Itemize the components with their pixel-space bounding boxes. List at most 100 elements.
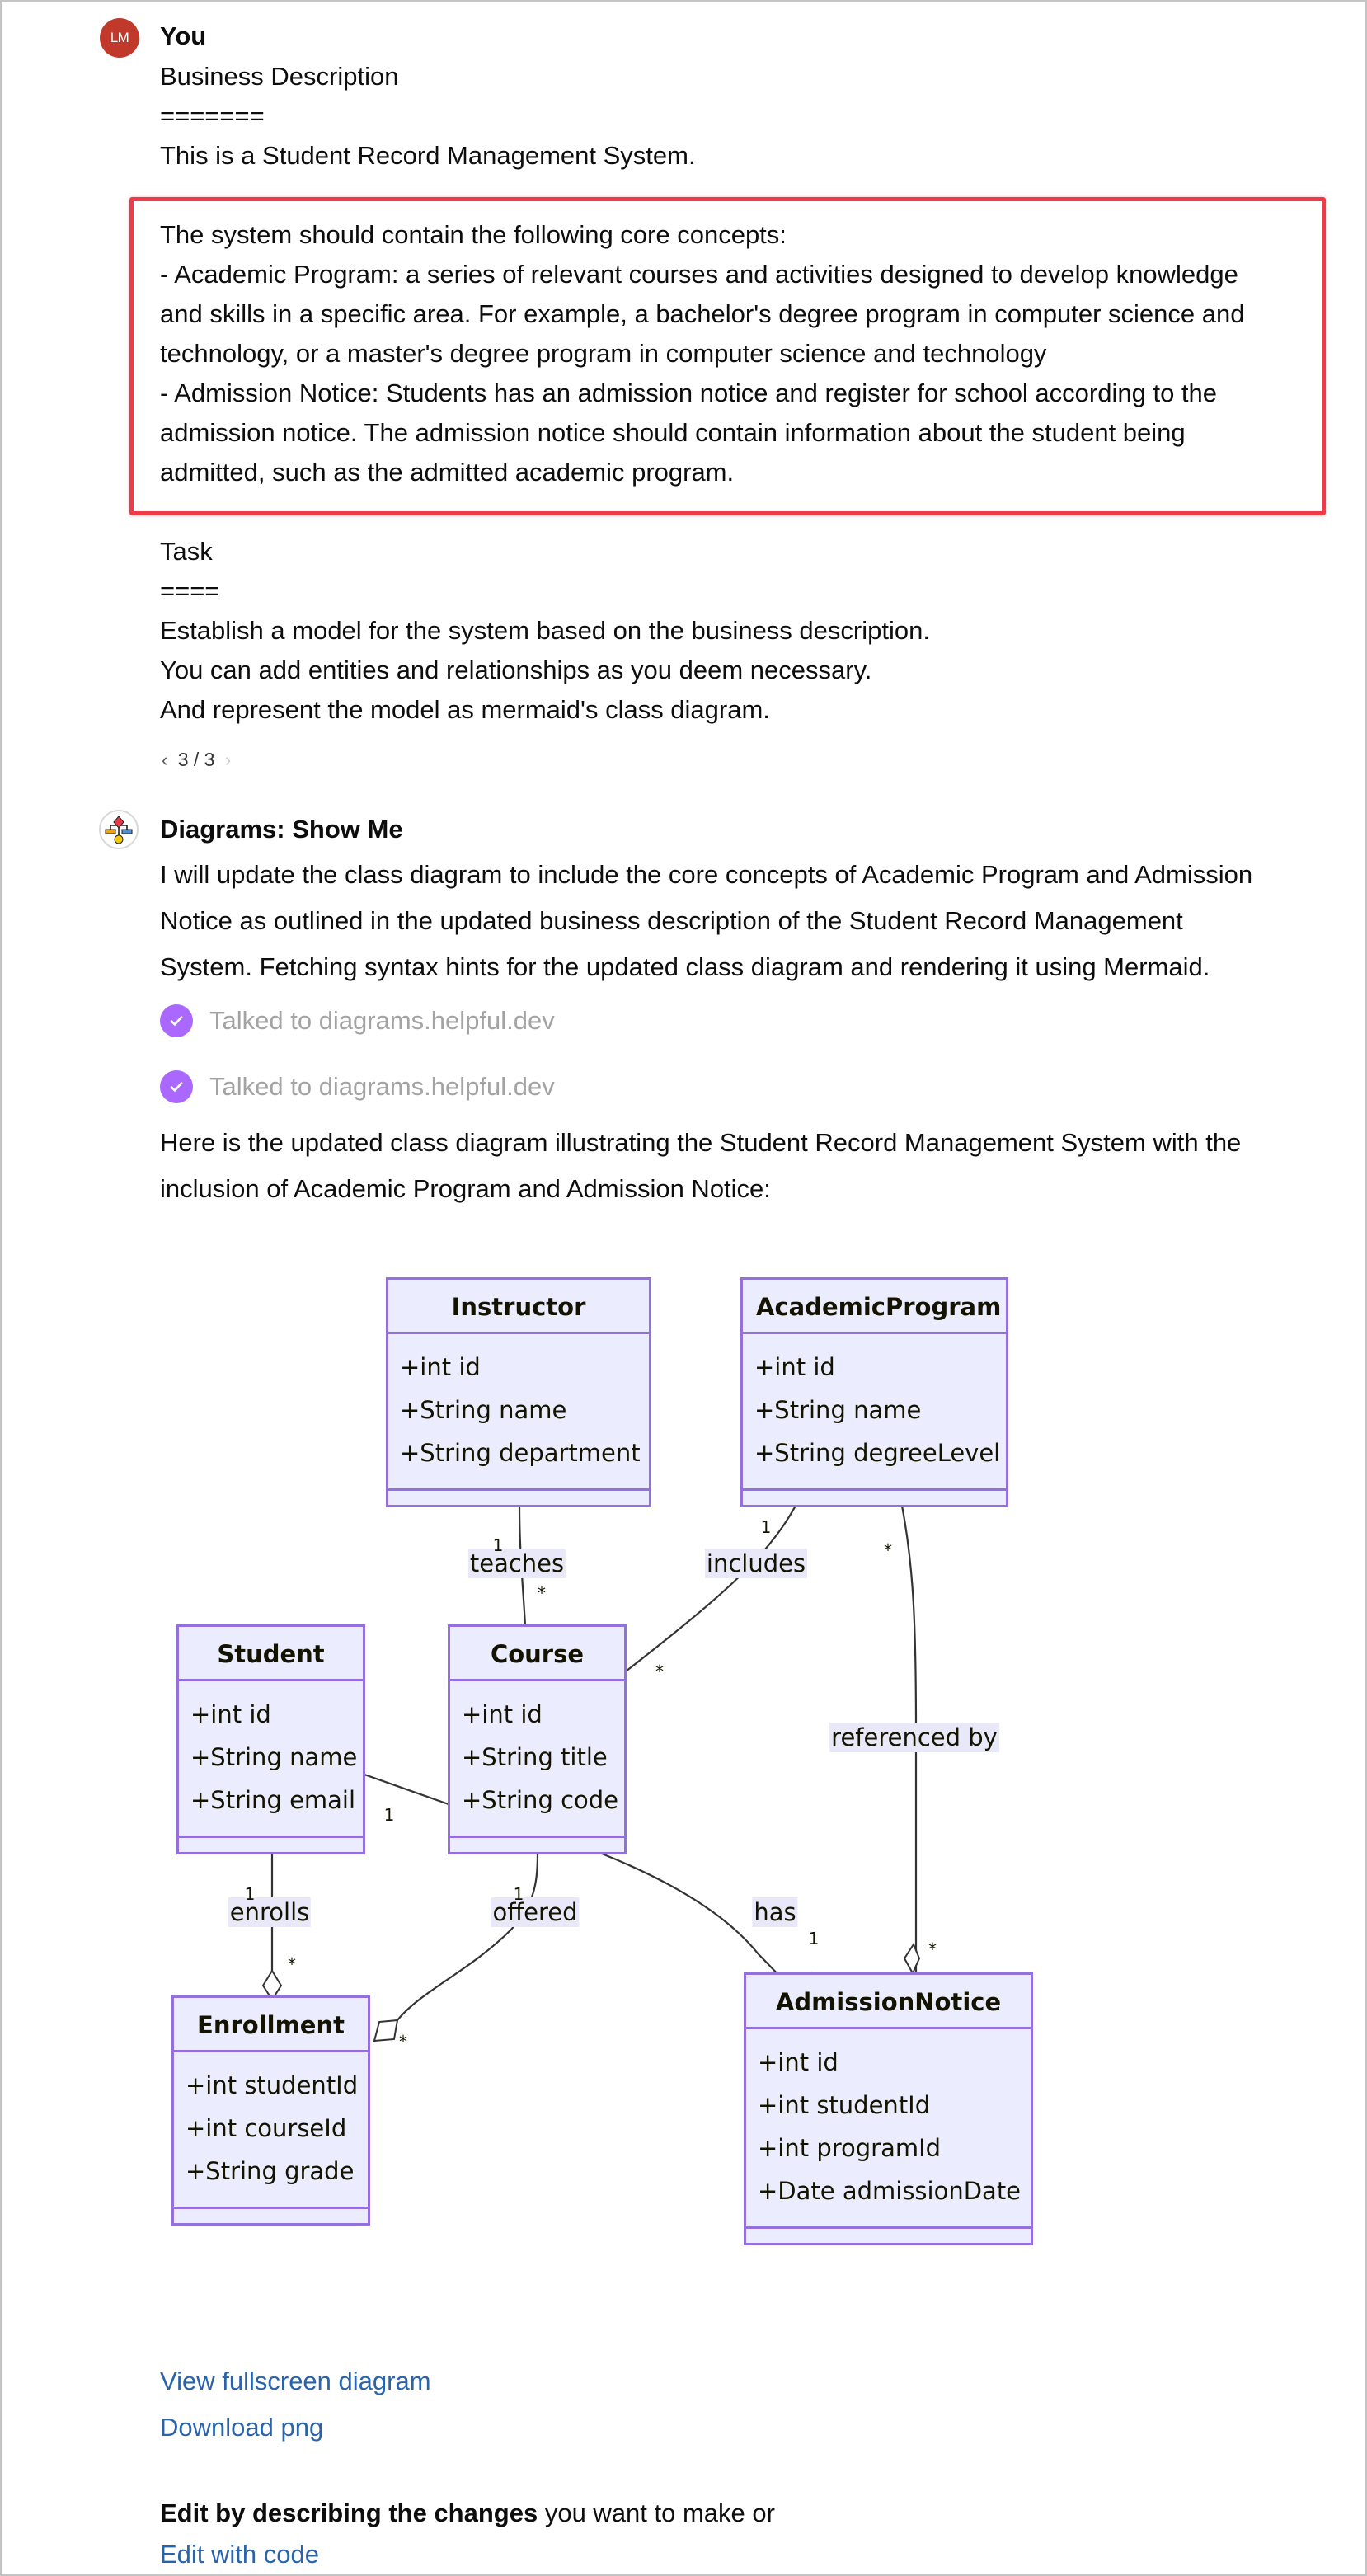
- class-attribute: +int studentId: [186, 2071, 359, 2099]
- aggregation-diamond-referenced-by: [903, 1942, 921, 1976]
- class-attribute: +int id: [190, 1700, 271, 1728]
- class-student[interactable]: Student +int id +String name +String ema…: [176, 1624, 365, 1854]
- class-attributes: +int id +String name +String email: [179, 1681, 363, 1838]
- class-name: AcademicProgram: [743, 1280, 1006, 1334]
- relation-label-has: has: [752, 1897, 798, 1927]
- user-author: You: [160, 21, 207, 50]
- cardinality-referenced-by-to: *: [928, 1939, 937, 1959]
- class-methods: [450, 1838, 624, 1854]
- class-name: AdmissionNotice: [746, 1975, 1031, 2029]
- aggregation-diamond-offered: [373, 2019, 399, 2042]
- relation-label-teaches: teaches: [467, 1549, 566, 1578]
- message-line: ====: [160, 576, 220, 605]
- class-attributes: +int id +String name +String degreeLevel: [743, 1334, 1006, 1491]
- class-attribute: +String name: [190, 1743, 358, 1771]
- plugin-avatar: [99, 810, 139, 849]
- class-name: Instructor: [388, 1280, 649, 1334]
- cardinality-teaches-to: *: [538, 1583, 546, 1603]
- class-diagram: Instructor +int id +String name +String …: [0, 1237, 1367, 2292]
- message-line: I will update the class diagram to inclu…: [160, 860, 1253, 889]
- class-attribute: +String name: [754, 1396, 922, 1424]
- class-methods: [743, 1491, 1006, 1507]
- message-line: Here is the updated class diagram illust…: [160, 1128, 1242, 1157]
- message-pager: ‹ 3 / 3 ›: [162, 747, 231, 773]
- class-enrollment[interactable]: Enrollment +int studentId +int courseId …: [171, 1995, 370, 2226]
- class-attribute: +int id: [758, 2048, 839, 2076]
- message-line: and skills in a specific area. For examp…: [160, 299, 1245, 328]
- class-attribute: +String name: [400, 1396, 567, 1424]
- cardinality-includes-from: 1: [760, 1517, 772, 1537]
- message-line: Notice as outlined in the updated busine…: [160, 906, 1183, 935]
- class-attribute: +String code: [462, 1786, 619, 1814]
- edit-hint-bold: Edit by describing the changes: [160, 2498, 538, 2527]
- check-circle-icon: [160, 1070, 193, 1103]
- message-line: System. Fetching syntax hints for the up…: [160, 952, 1210, 981]
- cardinality-referenced-by-from: *: [884, 1540, 892, 1560]
- class-attribute: +int id: [400, 1353, 481, 1381]
- cardinality-teaches-from: 1: [492, 1535, 504, 1555]
- relation-label-includes: includes: [704, 1549, 808, 1578]
- check-circle-icon: [160, 1004, 193, 1037]
- class-attribute: +String email: [190, 1786, 356, 1814]
- message-line: The system should contain the following …: [160, 220, 787, 249]
- class-methods: [746, 2229, 1031, 2245]
- tool-call-2[interactable]: Talked to diagrams.helpful.dev: [160, 1067, 555, 1107]
- relation-label-offered: offered: [491, 1897, 580, 1927]
- message-line: =======: [160, 101, 265, 130]
- class-attribute: +String title: [462, 1743, 608, 1771]
- cardinality-student-course: 1: [383, 1805, 395, 1825]
- message-line: admitted, such as the admitted academic …: [160, 458, 735, 487]
- relation-line-offered: [397, 1853, 539, 2021]
- message-line: - Admission Notice: Students has an admi…: [160, 378, 1218, 407]
- cardinality-has-to: 1: [808, 1929, 820, 1948]
- class-name: Enrollment: [174, 1998, 368, 2052]
- cardinality-enrolls-to: *: [288, 1954, 296, 1974]
- class-name: Course: [450, 1627, 624, 1681]
- tool-call-label: Talked to diagrams.helpful.dev: [209, 1006, 555, 1035]
- class-methods: [388, 1491, 649, 1507]
- tool-call-1[interactable]: Talked to diagrams.helpful.dev: [160, 1001, 555, 1041]
- class-attribute: +String degreeLevel: [754, 1439, 1001, 1467]
- class-attribute: +String department: [400, 1439, 641, 1467]
- class-course[interactable]: Course +int id +String title +String cod…: [448, 1624, 627, 1854]
- message-line: Business Description: [160, 62, 399, 91]
- message-line: admission notice. The admission notice s…: [160, 418, 1186, 447]
- class-name: Student: [179, 1627, 363, 1681]
- previous-version-button[interactable]: ‹: [162, 750, 167, 770]
- class-attributes: +int studentId +int courseId +String gra…: [174, 2052, 368, 2209]
- message-line: - Academic Program: a series of relevant…: [160, 260, 1238, 289]
- class-attribute: +int studentId: [758, 2091, 931, 2119]
- message-line: You can add entities and relationships a…: [160, 656, 872, 684]
- class-attributes: +int id +String title +String code: [450, 1681, 624, 1838]
- message-line: technology, or a master's degree program…: [160, 339, 1047, 368]
- view-fullscreen-link[interactable]: View fullscreen diagram: [160, 2367, 431, 2395]
- class-attribute: +int id: [462, 1700, 543, 1728]
- class-attribute: +int courseId: [186, 2114, 347, 2142]
- class-attribute: +int programId: [758, 2134, 942, 2162]
- message-line: Task: [160, 537, 213, 566]
- download-png-link[interactable]: Download png: [160, 2413, 323, 2442]
- class-attributes: +int id +int studentId +int programId +D…: [746, 2029, 1031, 2229]
- edit-with-code-link[interactable]: Edit with code: [160, 2540, 319, 2569]
- relation-label-referenced-by: referenced by: [829, 1723, 999, 1752]
- class-admission-notice[interactable]: AdmissionNotice +int id +int studentId +…: [744, 1972, 1033, 2245]
- message-line: This is a Student Record Management Syst…: [160, 141, 696, 170]
- relation-label-enrolls: enrolls: [228, 1897, 312, 1927]
- class-attributes: +int id +String name +String department: [388, 1334, 649, 1491]
- class-attribute: +int id: [754, 1353, 835, 1381]
- cardinality-offered-to: *: [399, 2032, 407, 2052]
- next-version-button[interactable]: ›: [225, 750, 231, 770]
- class-methods: [174, 2209, 368, 2226]
- assistant-author: Diagrams: Show Me: [160, 815, 403, 844]
- pager-label: 3 / 3: [177, 749, 215, 770]
- class-academic-program[interactable]: AcademicProgram +int id +String name +St…: [740, 1277, 1008, 1507]
- class-instructor[interactable]: Instructor +int id +String name +String …: [386, 1277, 651, 1507]
- user-avatar: LM: [100, 18, 139, 58]
- cardinality-includes-to: *: [655, 1662, 664, 1681]
- cardinality-offered-from: 1: [513, 1884, 524, 1904]
- edit-hint-rest: you want to make or: [538, 2498, 775, 2527]
- relation-line-student-course: [364, 1773, 449, 1806]
- edit-hint: Edit by describing the changes you want …: [160, 2494, 775, 2533]
- message-line: Establish a model for the system based o…: [160, 616, 930, 645]
- class-attribute: +String grade: [186, 2157, 355, 2185]
